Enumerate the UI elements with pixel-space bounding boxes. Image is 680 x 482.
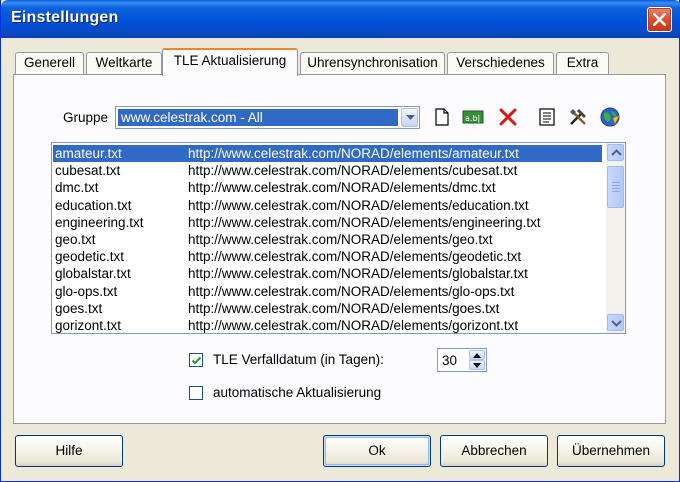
help-button[interactable]: Hilfe	[15, 435, 123, 467]
list-icon[interactable]	[536, 106, 558, 128]
auto-update-checkbox[interactable]	[189, 386, 203, 400]
list-item[interactable]: globalstar.txt http://www.celestrak.com/N…	[53, 265, 602, 282]
file-name: globalstar.txt	[55, 266, 131, 282]
chevron-up-icon	[473, 353, 481, 358]
rename-icon[interactable]: a.b|	[462, 106, 484, 128]
tle-file-list[interactable]: amateur.txt http://www.celestrak.com/NORA…	[51, 142, 626, 334]
list-item[interactable]: glo-ops.txt http://www.celestrak.com/NORA…	[53, 283, 602, 300]
file-url: http://www.celestrak.com/NORAD/elements/…	[188, 146, 519, 161]
file-url: http://www.celestrak.com/NORAD/elements/…	[188, 266, 528, 282]
file-name: cubesat.txt	[55, 163, 121, 179]
file-url: http://www.celestrak.com/NORAD/elements/…	[188, 197, 529, 213]
file-url: http://www.celestrak.com/NORAD/elements/…	[188, 249, 522, 265]
chevron-down-icon	[473, 363, 481, 368]
tools-icon[interactable]	[567, 106, 589, 128]
file-name: dmc.txt	[55, 180, 99, 196]
file-url: http://www.celestrak.com/NORAD/elements/…	[188, 214, 541, 230]
list-scrollbar[interactable]	[606, 143, 625, 333]
list-item[interactable]: engineering.txt http://www.celestrak.com/…	[53, 214, 602, 231]
file-url: http://www.celestrak.com/NORAD/elements/…	[188, 180, 496, 196]
file-name: amateur.txt	[55, 146, 122, 161]
file-name: glo-ops.txt	[55, 283, 118, 299]
chevron-up-icon	[611, 149, 622, 156]
file-url: http://www.celestrak.com/NORAD/elements/…	[188, 283, 515, 299]
file-url: http://www.celestrak.com/NORAD/elements/…	[188, 163, 518, 179]
expiry-checkbox[interactable]	[189, 353, 203, 367]
group-select[interactable]: www.celestrak.com - All	[115, 106, 420, 129]
list-item[interactable]: gorizont.txt http://www.celestrak.com/NOR…	[53, 317, 602, 333]
chevron-down-icon	[406, 115, 415, 120]
delete-icon[interactable]	[497, 106, 519, 128]
settings-dialog: Einstellungen Generell Weltkarte TLE Akt…	[0, 0, 680, 482]
increment-button[interactable]	[469, 350, 485, 360]
expiry-days-stepper[interactable]: 30	[437, 348, 487, 372]
scroll-thumb[interactable]	[607, 166, 624, 208]
group-label: Gruppe	[63, 110, 109, 125]
scroll-down-button[interactable]	[607, 314, 624, 331]
group-dropdown-button[interactable]	[401, 108, 418, 127]
file-url: http://www.celestrak.com/NORAD/elements/…	[188, 318, 519, 333]
new-document-icon[interactable]	[431, 106, 453, 128]
decrement-button[interactable]	[469, 360, 485, 370]
list-item[interactable]: education.txt http://www.celestrak.com/NO…	[53, 197, 602, 214]
list-item[interactable]: goes.txt http://www.celestrak.com/NORAD/e…	[53, 300, 602, 317]
list-item[interactable]: dmc.txt http://www.celestrak.com/NORAD/el…	[53, 179, 602, 196]
svg-text:a.b|: a.b|	[465, 114, 480, 123]
ok-button[interactable]: Ok	[323, 435, 431, 467]
list-item[interactable]: geodetic.txt http://www.celestrak.com/NOR…	[53, 248, 602, 265]
apply-button[interactable]: Übernehmen	[557, 435, 665, 467]
chevron-down-icon	[611, 320, 622, 327]
cancel-button[interactable]: Abbrechen	[440, 435, 548, 467]
file-url: http://www.celestrak.com/NORAD/elements/…	[188, 300, 500, 316]
file-name: geo.txt	[55, 232, 96, 247]
expiry-label: TLE Verfalldatum (in Tagen):	[213, 352, 384, 367]
file-url: http://www.celestrak.com/NORAD/elements/…	[188, 232, 493, 247]
file-name: goes.txt	[55, 300, 103, 316]
list-item[interactable]: cubesat.txt http://www.celestrak.com/NORA…	[53, 162, 602, 179]
file-name: geodetic.txt	[55, 249, 125, 265]
scroll-up-button[interactable]	[607, 144, 624, 161]
list-item[interactable]: amateur.txt http://www.celestrak.com/NORA…	[53, 145, 602, 162]
file-name: education.txt	[55, 197, 132, 213]
group-selected-value: www.celestrak.com - All	[118, 109, 398, 126]
globe-update-icon[interactable]	[599, 106, 621, 128]
auto-update-label: automatische Aktualisierung	[213, 385, 382, 400]
checkmark-icon	[191, 356, 202, 365]
expiry-days-value: 30	[442, 353, 458, 368]
file-name: engineering.txt	[55, 214, 144, 230]
list-item[interactable]: geo.txt http://www.celestrak.com/NORAD/el…	[53, 231, 602, 248]
file-name: gorizont.txt	[55, 318, 122, 333]
